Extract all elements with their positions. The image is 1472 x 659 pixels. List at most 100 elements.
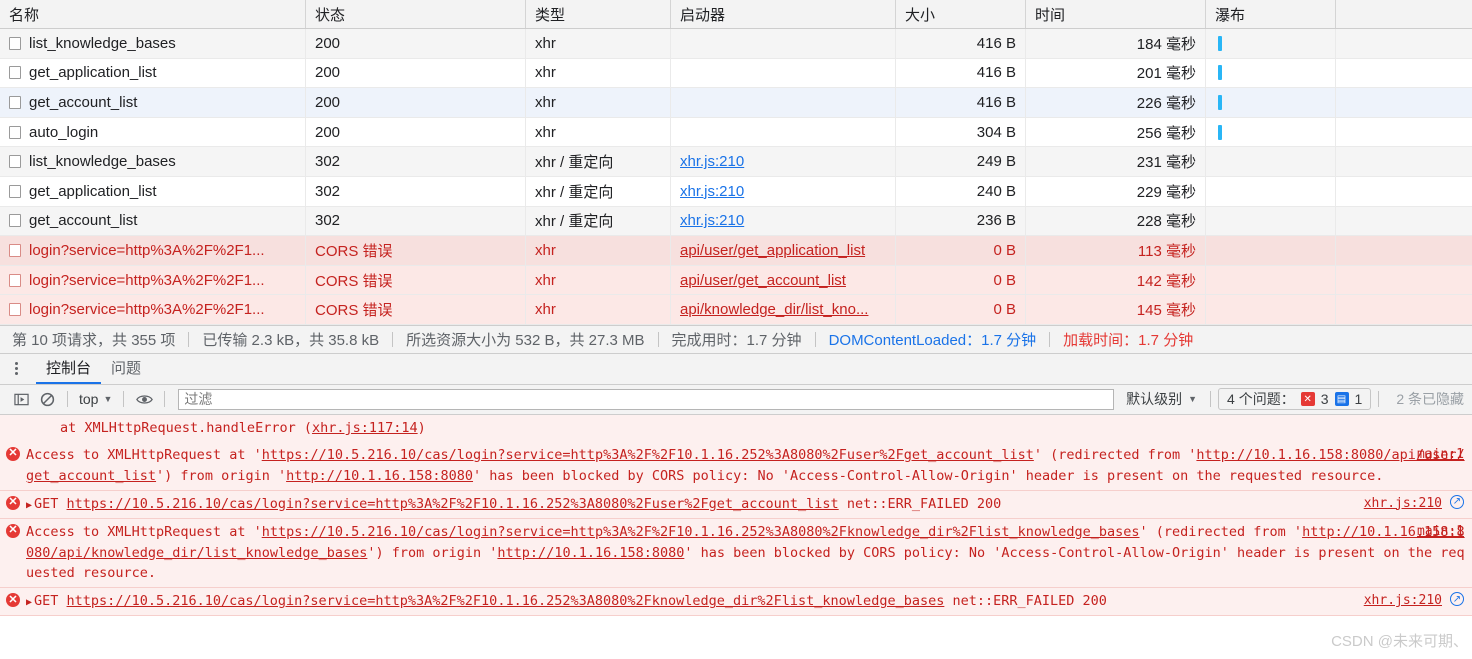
message-source-link[interactable]: main:1 [1417, 522, 1464, 542]
request-name-cell: auto_login [0, 117, 306, 147]
request-url-link[interactable]: https://10.5.216.10/cas/login?service=ht… [67, 496, 839, 512]
request-status-cell: 302 [306, 206, 526, 236]
request-type-cell: xhr [526, 295, 671, 324]
row-checkbox[interactable] [9, 125, 21, 139]
column-header-瀑布[interactable]: 瀑布 [1206, 0, 1336, 28]
request-size-cell: 416 B [896, 88, 1026, 117]
console-sidebar-icon[interactable] [8, 386, 34, 412]
issues-button[interactable]: 4 个问题： ✕ 3 ▤ 1 [1218, 388, 1372, 411]
more-options-icon[interactable] [6, 359, 26, 379]
request-waterfall-cell [1206, 29, 1336, 58]
log-level-selector[interactable]: 默认级别 ▼ [1120, 389, 1203, 409]
initiator-link[interactable]: xhr.js:210 [680, 212, 744, 229]
request-waterfall-cell [1206, 295, 1336, 324]
request-time-cell: 142 毫秒 [1026, 265, 1206, 295]
request-url-link[interactable]: https://10.5.216.10/cas/login?service=ht… [67, 593, 945, 609]
message-url-link[interactable]: https://10.5.216.10/cas/login?service=ht… [262, 447, 1034, 463]
network-request-row[interactable]: get_application_list 200 xhr 416 B 201 毫秒 [0, 58, 1472, 89]
message-source-link[interactable]: xhr.js:210 [1364, 591, 1442, 611]
console-message-list[interactable]: at XMLHttpRequest.handleError (xhr.js:11… [0, 414, 1472, 659]
summary-load-time: 加载时间：1.7 分钟 [1063, 331, 1194, 349]
live-expression-eye-icon[interactable] [131, 386, 157, 412]
network-request-row[interactable]: login?service=http%3A%2F%2F1... CORS 错误 xh… [0, 236, 1472, 266]
issues-label: 4 个问题： [1227, 391, 1295, 408]
tab-issues[interactable]: 问题 [101, 353, 151, 384]
request-name-cell: login?service=http%3A%2F%2F1... [0, 265, 306, 295]
column-header-label: 类型 [535, 6, 566, 24]
row-checkbox[interactable] [9, 303, 21, 317]
column-header-启动器[interactable]: 启动器 [671, 0, 896, 28]
console-filter-input[interactable] [178, 388, 1115, 410]
request-size-cell: 0 B [896, 265, 1026, 295]
request-size-cell: 0 B [896, 236, 1026, 265]
column-header-时间[interactable]: 时间 [1026, 0, 1206, 28]
initiator-link[interactable]: xhr.js:210 [680, 153, 744, 170]
network-summary-bar: 第 10 项请求，共 355 项 已传输 2.3 kB，共 35.8 kB 所选… [0, 324, 1472, 354]
initiator-link[interactable]: api/knowledge_dir/list_kno... [680, 301, 868, 318]
request-size-cell: 236 B [896, 206, 1026, 236]
row-checkbox[interactable] [9, 273, 21, 287]
request-type-cell: xhr [526, 58, 671, 88]
initiator-link[interactable]: api/user/get_account_list [680, 272, 846, 289]
console-error-message[interactable]: ✕ Access to XMLHttpRequest at 'https://10… [0, 441, 1472, 491]
request-waterfall-spacer [1336, 177, 1472, 206]
message-text: ' (redirected from ' [1139, 523, 1303, 540]
network-request-row[interactable]: login?service=http%3A%2F%2F1... CORS 错误 xh… [0, 265, 1472, 296]
error-icon: ✕ [6, 446, 20, 461]
request-size-cell: 240 B [896, 176, 1026, 206]
network-request-row[interactable]: list_knowledge_bases 200 xhr 416 B 184 毫秒 [0, 29, 1472, 59]
hidden-messages-count: 2 条已隐藏 [1396, 391, 1464, 408]
message-url-link[interactable]: http://10.1.16.158:8080 [497, 545, 684, 561]
column-header-spacer[interactable] [1336, 0, 1472, 28]
initiator-link[interactable]: api/user/get_application_list [680, 242, 865, 259]
tab-console[interactable]: 控制台 [36, 353, 102, 385]
execution-context-selector[interactable]: top ▼ [75, 391, 116, 407]
message-source-link[interactable]: xhr.js:210 [1364, 494, 1442, 514]
network-request-row[interactable]: auto_login 200 xhr 304 B 256 毫秒 [0, 117, 1472, 148]
summary-resources: 所选资源大小为 532 B，共 27.3 MB [406, 331, 645, 349]
stack-text: at XMLHttpRequest.handleError ( [60, 419, 312, 436]
console-network-error-message[interactable]: ✕ ▶ GET https://10.5.216.10/cas/login?serv… [0, 588, 1472, 617]
column-header-名称[interactable]: 名称 [0, 0, 306, 28]
request-name: login?service=http%3A%2F%2F1... [29, 241, 265, 259]
initiator-link[interactable]: xhr.js:210 [680, 183, 744, 200]
console-network-error-message[interactable]: ✕ ▶ GET https://10.5.216.10/cas/login?serv… [0, 490, 1472, 519]
open-in-network-panel-icon[interactable]: ↗ [1450, 494, 1464, 509]
network-request-row[interactable]: login?service=http%3A%2F%2F1... CORS 错误 xh… [0, 295, 1472, 325]
row-checkbox[interactable] [9, 214, 21, 228]
row-checkbox[interactable] [9, 184, 21, 198]
message-url-link[interactable]: http://10.1.16.158:8080 [286, 468, 473, 484]
error-badge-icon: ✕ [1300, 392, 1315, 407]
row-checkbox[interactable] [9, 95, 21, 109]
network-request-row[interactable]: get_application_list 302 xhr / 重定向 xhr.js:2… [0, 176, 1472, 207]
column-header-状态[interactable]: 状态 [306, 0, 526, 28]
devtools-window: 名称 状态 类型 启动器 大小 时间 瀑布 list_knowledge_bases 200 x… [0, 0, 1472, 659]
column-header-大小[interactable]: 大小 [896, 0, 1026, 28]
column-header-类型[interactable]: 类型 [526, 0, 671, 28]
expand-triangle-icon[interactable]: ▶ [26, 595, 32, 611]
console-error-message[interactable]: ✕ Access to XMLHttpRequest at 'https://10… [0, 518, 1472, 589]
console-stack-line[interactable]: at XMLHttpRequest.handleError (xhr.js:11… [0, 414, 1472, 442]
network-request-row[interactable]: list_knowledge_bases 302 xhr / 重定向 xhr.js:2… [0, 147, 1472, 177]
message-source-link[interactable]: main:1 [1417, 445, 1464, 465]
network-request-row[interactable]: get_account_list 200 xhr 416 B 226 毫秒 [0, 88, 1472, 118]
row-checkbox[interactable] [9, 36, 21, 50]
row-checkbox[interactable] [9, 66, 21, 80]
clear-console-icon[interactable] [34, 386, 60, 412]
message-text: Access to XMLHttpRequest at ' [26, 523, 262, 540]
request-waterfall-spacer [1336, 266, 1472, 295]
expand-triangle-icon[interactable]: ▶ [26, 498, 32, 514]
message-url-link[interactable]: https://10.5.216.10/cas/login?service=ht… [262, 524, 1140, 540]
waterfall-bar [1218, 94, 1222, 110]
open-in-network-panel-icon[interactable]: ↗ [1450, 592, 1464, 607]
row-checkbox[interactable] [9, 243, 21, 257]
request-initiator-cell: xhr.js:210 [671, 176, 896, 206]
request-time-cell: 228 毫秒 [1026, 206, 1206, 236]
message-text: ') from origin ' [156, 467, 287, 484]
request-initiator-cell: xhr.js:210 [671, 206, 896, 236]
stack-source-link[interactable]: xhr.js:117:14 [312, 420, 418, 436]
execution-context-label: top [79, 391, 99, 408]
row-checkbox[interactable] [9, 155, 21, 169]
error-icon: ✕ [6, 593, 20, 608]
network-request-row[interactable]: get_account_list 302 xhr / 重定向 xhr.js:210 23… [0, 206, 1472, 237]
